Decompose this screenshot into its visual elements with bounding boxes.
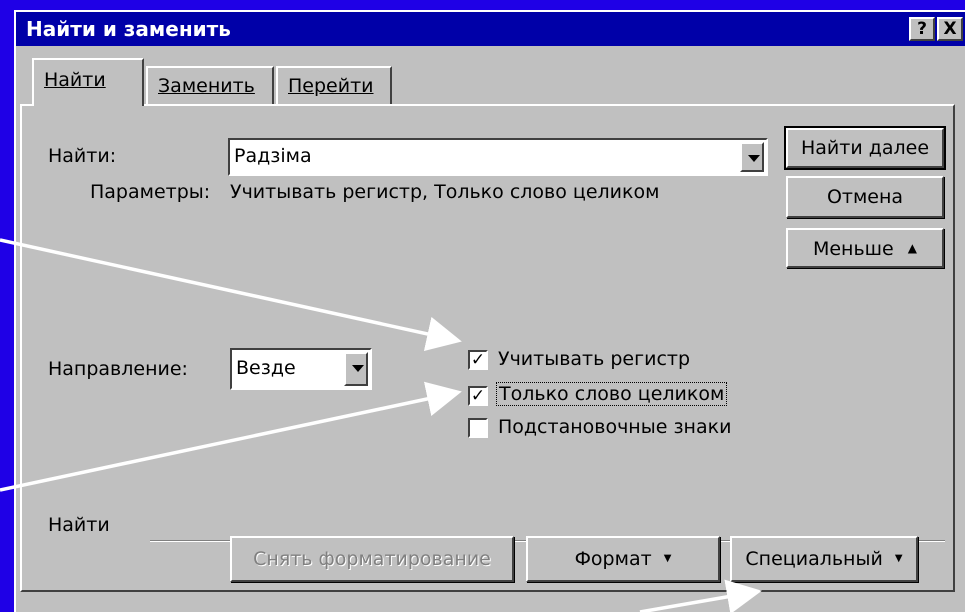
format-button[interactable]: Формат ▼ [526, 536, 720, 582]
wildcards-label: Подстановочные знаки [498, 416, 732, 438]
direction-dropdown-arrow-icon[interactable] [344, 352, 368, 386]
find-combobox[interactable]: Радзіма [228, 138, 768, 176]
tab-find-label: Найти [44, 69, 106, 91]
title-bar: Найти и заменить ? X [16, 12, 965, 46]
match-case-label: Учитывать регистр [498, 348, 691, 370]
whole-word-checkbox[interactable]: ✓ [468, 386, 488, 406]
clear-formatting-button[interactable]: Снять форматирование [230, 536, 514, 582]
cancel-button[interactable]: Отмена [786, 176, 944, 218]
find-input[interactable]: Радзіма [234, 145, 312, 167]
find-label: Найти: [48, 145, 117, 167]
chevron-down-icon: ▼ [663, 553, 672, 564]
match-case-checkbox[interactable]: ✓ [468, 350, 488, 370]
whole-word-label: Только слово целиком [496, 382, 728, 406]
close-button[interactable]: X [937, 17, 963, 41]
tab-replace-label: Заменить [158, 75, 255, 97]
params-label: Параметры: [90, 181, 211, 203]
tab-goto-label: Перейти [288, 75, 374, 97]
tab-goto[interactable]: Перейти [276, 66, 392, 106]
help-button[interactable]: ? [909, 17, 935, 41]
direction-select[interactable]: Везде [230, 348, 372, 390]
tab-replace[interactable]: Заменить [146, 66, 274, 106]
wildcards-checkbox[interactable] [468, 418, 488, 438]
direction-label: Направление: [48, 358, 188, 380]
window-title: Найти и заменить [26, 17, 231, 41]
double-up-arrow-icon: ▲ [907, 241, 918, 255]
params-value: Учитывать регистр, Только слово целиком [230, 181, 660, 203]
special-button[interactable]: Специальный ▼ [730, 536, 918, 582]
less-button[interactable]: Меньше ▲ [786, 228, 944, 268]
tab-find[interactable]: Найти [32, 58, 144, 106]
format-button-label: Формат [574, 548, 652, 570]
find-dropdown-arrow-icon[interactable] [740, 142, 764, 172]
find-group-label: Найти [48, 514, 110, 536]
find-next-button[interactable]: Найти далее [784, 126, 946, 170]
direction-value: Везде [236, 357, 296, 379]
chevron-down-icon: ▼ [894, 553, 903, 564]
special-button-label: Специальный [745, 548, 883, 570]
less-button-label: Меньше [812, 238, 894, 260]
